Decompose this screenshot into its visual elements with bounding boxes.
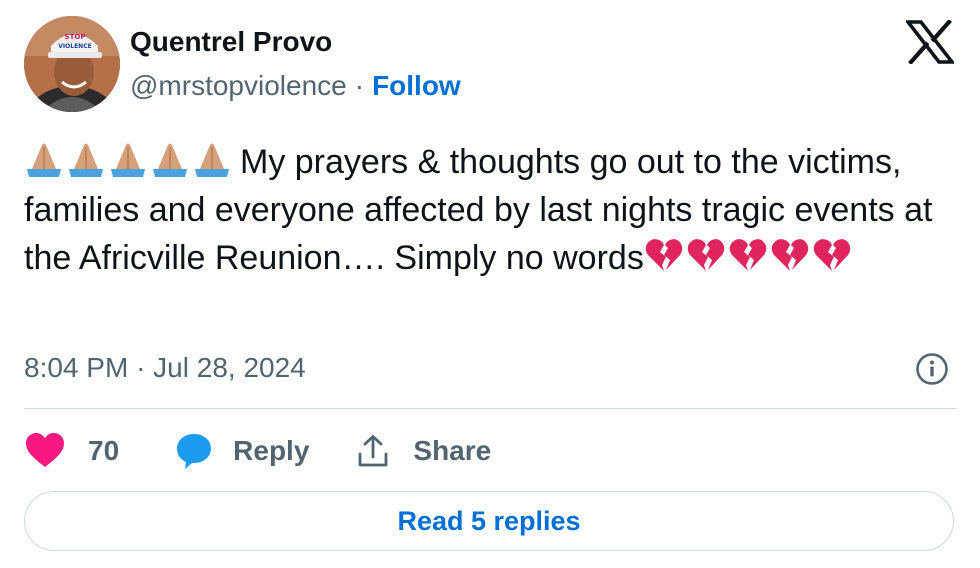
reply-label: Reply: [233, 435, 310, 466]
info-icon[interactable]: [915, 352, 949, 386]
timestamp-separator: ·: [136, 352, 146, 383]
broken-heart-icon: [645, 239, 683, 271]
share-label: Share: [413, 435, 492, 466]
tweet-actions: 70 Reply Share: [24, 428, 491, 474]
avatar[interactable]: STOP VIOLENCE: [24, 16, 120, 112]
read-replies-button[interactable]: Read 5 replies: [24, 491, 954, 551]
tweet-timestamp[interactable]: 8:04 PM · Jul 28, 2024: [24, 352, 306, 384]
handle-separator: ·: [354, 70, 365, 101]
share-icon: [359, 435, 388, 467]
avatar-hat-text-1: STOP: [65, 33, 86, 41]
heart-icon: [26, 433, 64, 467]
like-count: 70: [88, 435, 120, 466]
tweet-date: Jul 28, 2024: [153, 352, 306, 383]
avatar-hat-text-2: VIOLENCE: [58, 43, 91, 50]
share-button[interactable]: Share: [357, 434, 491, 468]
tweet-text: My prayers & thoughts go out to the vict…: [24, 138, 954, 282]
broken-heart-icon: [771, 239, 809, 271]
praying-hands-icon: [153, 143, 187, 177]
reply-button[interactable]: Reply: [175, 432, 309, 470]
reply-bubble-icon: [177, 434, 212, 469]
avatar-image: STOP VIOLENCE: [24, 16, 120, 112]
broken-heart-icon: [813, 239, 851, 271]
author-handle[interactable]: @mrstopviolence: [130, 70, 347, 101]
praying-hands-emoji-group: [24, 139, 232, 179]
broken-heart-icon: [729, 239, 767, 271]
divider: [24, 408, 956, 409]
author-name[interactable]: Quentrel Provo: [130, 26, 332, 58]
praying-hands-icon: [111, 143, 145, 177]
broken-heart-emoji-group: [644, 235, 852, 275]
praying-hands-icon: [27, 143, 61, 177]
tweet-time: 8:04 PM: [24, 352, 129, 383]
praying-hands-icon: [69, 143, 103, 177]
follow-button[interactable]: Follow: [372, 70, 461, 101]
broken-heart-icon: [687, 239, 725, 271]
author-handle-row: @mrstopviolence · Follow: [130, 70, 461, 102]
praying-hands-icon: [195, 143, 229, 177]
like-button[interactable]: 70: [24, 432, 119, 470]
x-logo-icon[interactable]: [904, 19, 956, 65]
